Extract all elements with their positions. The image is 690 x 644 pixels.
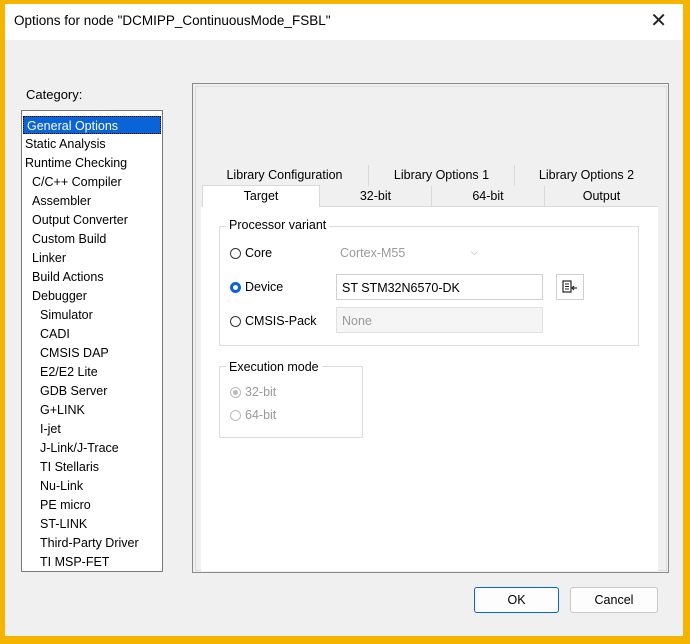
radio-cmsis-pack[interactable]: CMSIS-Pack (230, 314, 317, 328)
device-select-button[interactable] (556, 274, 584, 300)
chevron-down-icon: ⌵ (470, 247, 478, 258)
category-label: Category: (26, 87, 83, 102)
radio-exec-64-bit-circle (230, 409, 241, 421)
category-list[interactable]: General Options Static Analysis Runtime Ch… (21, 110, 163, 572)
device-list-icon (562, 280, 577, 293)
category-item[interactable]: GDB Server (40, 382, 107, 400)
radio-core-label: Core (245, 246, 273, 260)
category-item[interactable]: J-Link/J-Trace (40, 439, 119, 457)
radio-cmsis-pack-circle (230, 315, 241, 327)
category-item[interactable]: CADI (40, 325, 70, 343)
category-item[interactable]: Custom Build (32, 230, 106, 248)
category-item[interactable]: Third-Party Driver (40, 534, 139, 552)
close-icon[interactable]: ✕ (650, 9, 667, 33)
category-item[interactable]: TI MSP-FET (40, 553, 109, 571)
cancel-button[interactable]: Cancel (570, 587, 658, 613)
tab-target[interactable]: Target (202, 185, 320, 208)
device-field-value: ST STM32N6570-DK (342, 281, 460, 295)
execution-mode-title: Execution mode (226, 360, 322, 374)
tab-output[interactable]: Output (545, 186, 658, 207)
radio-exec-32-bit[interactable]: 32-bit (230, 385, 276, 399)
core-select[interactable]: Cortex-M55 ⌵ (336, 242, 484, 264)
radio-exec-64-bit-label: 64-bit (245, 408, 277, 422)
window-title: Options for node "DCMIPP_ContinuousMode_… (14, 13, 331, 28)
radio-exec-32-bit-circle (230, 386, 241, 398)
tab-library-configuration[interactable]: Library Configuration (201, 165, 369, 186)
radio-core[interactable]: Core (230, 246, 272, 260)
category-item[interactable]: Debugger (32, 287, 87, 305)
category-item[interactable]: E2/E2 Lite (40, 363, 98, 381)
radio-cmsis-pack-label: CMSIS-Pack (245, 314, 317, 328)
tab-32-bit[interactable]: 32-bit (320, 186, 432, 207)
category-item[interactable]: Simulator (40, 306, 93, 324)
cmsis-pack-field-value: None (342, 314, 372, 328)
category-item[interactable]: Output Converter (32, 211, 128, 229)
category-item[interactable]: TI Stellaris (40, 458, 99, 476)
category-item[interactable]: Nu-Link (40, 477, 83, 495)
ok-button[interactable]: OK (474, 587, 559, 613)
core-select-value: Cortex-M55 (340, 246, 406, 260)
device-field[interactable]: ST STM32N6570-DK (336, 274, 543, 300)
category-item[interactable]: ST-LINK (40, 515, 87, 533)
radio-device-circle (230, 281, 241, 293)
category-item[interactable]: G+LINK (40, 401, 85, 419)
category-item[interactable]: General Options (23, 116, 161, 134)
cmsis-pack-field[interactable]: None (336, 307, 543, 333)
tab-library-options-1[interactable]: Library Options 1 (369, 165, 515, 186)
radio-core-circle (230, 247, 241, 259)
radio-device[interactable]: Device (230, 280, 283, 294)
category-item[interactable]: CMSIS DAP (40, 344, 109, 362)
category-item[interactable]: PE micro (40, 496, 91, 514)
category-item[interactable]: I-jet (40, 420, 61, 438)
title-bar: Options for node "DCMIPP_ContinuousMode_… (5, 4, 683, 40)
processor-variant-title: Processor variant (226, 218, 330, 232)
options-dialog: Options for node "DCMIPP_ContinuousMode_… (5, 4, 683, 636)
category-item[interactable]: Assembler (32, 192, 91, 210)
category-item[interactable]: Runtime Checking (25, 154, 127, 172)
category-item[interactable]: C/C++ Compiler (32, 173, 122, 191)
category-item[interactable]: Build Actions (32, 268, 104, 286)
execution-mode-group (219, 366, 363, 438)
tab-library-options-2[interactable]: Library Options 2 (515, 165, 658, 186)
category-item[interactable]: Static Analysis (25, 135, 106, 153)
radio-device-label: Device (245, 280, 284, 294)
tab-64-bit[interactable]: 64-bit (432, 186, 545, 207)
radio-exec-64-bit[interactable]: 64-bit (230, 408, 276, 422)
category-item[interactable]: Linker (32, 249, 66, 267)
radio-exec-32-bit-label: 32-bit (245, 385, 277, 399)
